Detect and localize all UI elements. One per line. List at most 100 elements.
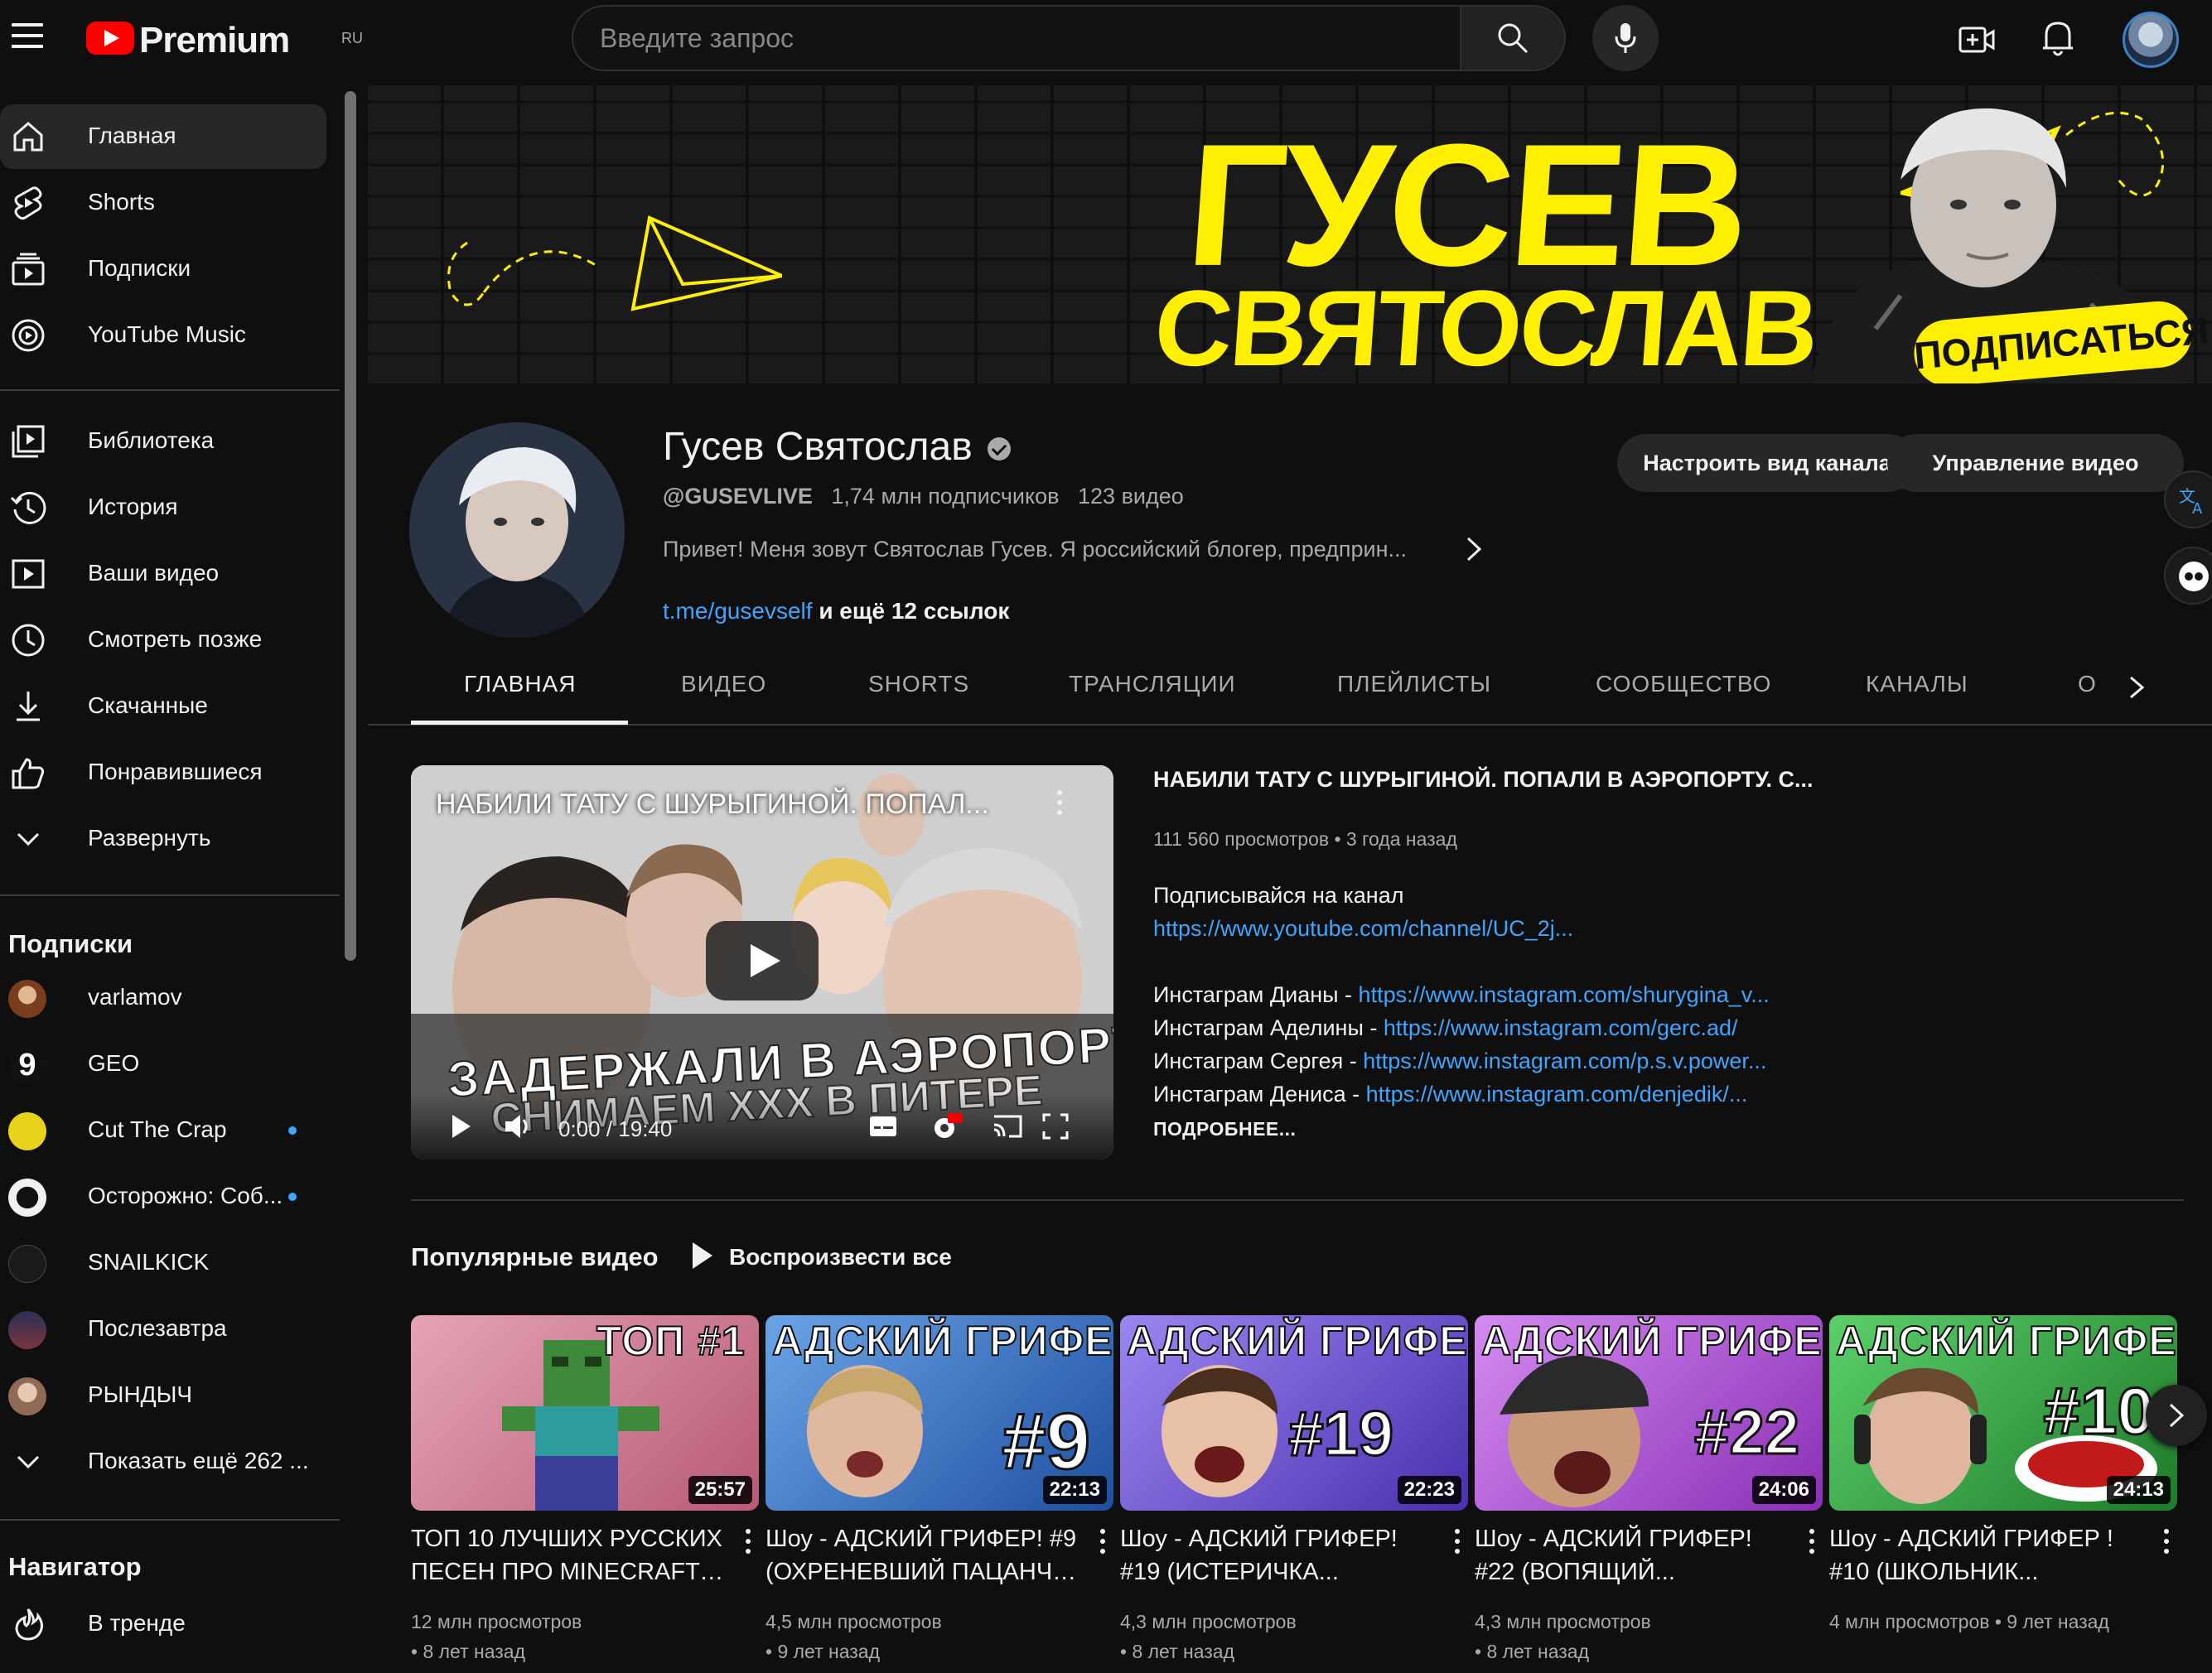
volume-icon[interactable] — [504, 1113, 532, 1140]
more-options-icon[interactable] — [1808, 1529, 1816, 1557]
search-button[interactable] — [1460, 7, 1564, 70]
tab-shorts[interactable]: SHORTS — [868, 671, 969, 697]
video-title[interactable]: Шоу - АДСКИЙ ГРИФЕР! #19 (ИСТЕРИЧКА... — [1120, 1522, 1435, 1589]
subscription-item[interactable]: SNAILKICK — [0, 1231, 326, 1295]
tab-playlists[interactable]: ПЛЕЙЛИСТЫ — [1337, 671, 1491, 697]
video-title-line: Шоу - АДСКИЙ ГРИФЕР! #9 — [766, 1526, 1077, 1552]
sidebar-item-youtube-music[interactable]: YouTube Music — [0, 303, 326, 368]
tab-channels[interactable]: КАНАЛЫ — [1866, 671, 1968, 697]
extension-button[interactable] — [2164, 547, 2212, 605]
play-button[interactable] — [706, 921, 819, 1000]
fullscreen-icon[interactable] — [1042, 1113, 1069, 1140]
video-card[interactable]: АДСКИЙ ГРИФЕР #9 22:13 Шоу - АДСКИЙ ГРИФ… — [766, 1315, 1113, 1673]
sidebar-item-shorts[interactable]: Shorts — [0, 171, 326, 235]
video-card[interactable]: АДСКИЙ ГРИФЕР #10 24:13 Шоу - АДСКИЙ ГРИ… — [1829, 1315, 2177, 1673]
sidebar-item-downloads[interactable]: Скачанные — [0, 674, 326, 739]
translate-extension-button[interactable]: 文A — [2164, 470, 2212, 528]
sidebar-item-trending[interactable]: В тренде — [0, 1592, 326, 1656]
bell-icon — [2043, 22, 2073, 56]
more-options-icon[interactable] — [2162, 1529, 2171, 1557]
sidebar-item-library[interactable]: Библиотека — [0, 409, 326, 474]
read-more-button[interactable]: ПОДРОБНЕЕ... — [1153, 1118, 1296, 1140]
video-title[interactable]: Шоу - АДСКИЙ ГРИФЕР! #22 (ВОПЯЩИЙ... — [1475, 1522, 1789, 1589]
subscription-label: varlamov — [88, 984, 182, 1010]
sidebar-scrollbar[interactable] — [345, 91, 356, 961]
menu-icon[interactable] — [12, 23, 45, 56]
video-card[interactable]: АДСКИЙ ГРИФЕР #22 24:06 Шоу - АДСКИЙ ГРИ… — [1475, 1315, 1823, 1673]
show-more-subscriptions[interactable]: Показать ещё 262 ... — [0, 1430, 326, 1494]
video-card[interactable]: ТОП #1 25:57 ТОП 10 ЛУЧШИХ РУССКИХ ПЕСЕН … — [411, 1315, 759, 1673]
video-thumbnail[interactable]: АДСКИЙ ГРИФЕР #9 22:13 — [766, 1315, 1113, 1511]
manage-videos-button[interactable]: Управление видео — [1887, 434, 2184, 492]
featured-video-player[interactable]: НАБИЛИ ТАТУ С ШУРЫГИНОЙ. ПОПАЛ... ЗАДЕРЖ… — [411, 765, 1113, 1160]
subscription-item[interactable]: Cut The Crap — [0, 1098, 326, 1163]
more-options-icon[interactable] — [1099, 1529, 1107, 1557]
like-icon — [12, 758, 45, 789]
video-title[interactable]: Шоу - АДСКИЙ ГРИФЕР! #9 (ОХРЕНЕВШИЙ ПАЦАН… — [766, 1522, 1080, 1589]
tab-streams[interactable]: ТРАНСЛЯЦИИ — [1069, 671, 1236, 697]
channel-url-link[interactable]: https://www.youtube.com/channel/UC_2j... — [1153, 916, 1573, 941]
account-avatar[interactable] — [2123, 12, 2179, 68]
video-thumbnail[interactable]: АДСКИЙ ГРИФЕР #10 24:13 — [1829, 1315, 2177, 1511]
more-links[interactable]: и ещё 12 ссылок — [819, 598, 1009, 624]
ig-link[interactable]: https://www.instagram.com/gerc.ad/ — [1384, 1015, 1738, 1040]
shelf-next-button[interactable] — [2146, 1385, 2207, 1446]
ig-link[interactable]: https://www.instagram.com/denjedik/... — [1366, 1082, 1748, 1106]
more-options-icon[interactable] — [1055, 790, 1064, 820]
more-options-icon[interactable] — [744, 1529, 752, 1557]
video-card[interactable]: АДСКИЙ ГРИФЕР #19 22:23 Шоу - АДСКИЙ ГРИ… — [1120, 1315, 1468, 1673]
featured-thumb-title: НАБИЛИ ТАТУ С ШУРЫГИНОЙ. ПОПАЛ... — [436, 788, 989, 820]
tab-home[interactable]: ГЛАВНАЯ — [464, 671, 576, 697]
channel-avatar[interactable] — [409, 422, 625, 638]
settings-gear-icon[interactable] — [930, 1111, 963, 1141]
ig-link[interactable]: https://www.instagram.com/p.s.v.power... — [1363, 1049, 1766, 1073]
video-title[interactable]: ТОП 10 ЛУЧШИХ РУССКИХ ПЕСЕН ПРО MINECRAFT… — [411, 1522, 726, 1589]
chevron-down-icon — [17, 1455, 40, 1469]
video-thumbnail[interactable]: АДСКИЙ ГРИФЕР #22 24:06 — [1475, 1315, 1823, 1511]
video-meta: 4,3 млн просмотров • 8 лет назад — [1120, 1607, 1297, 1666]
sidebar-item-subscriptions[interactable]: Подписки — [0, 237, 326, 301]
customize-channel-button[interactable]: Настроить вид канала — [1617, 434, 1917, 492]
video-title[interactable]: Шоу - АДСКИЙ ГРИФЕР ! #10 (ШКОЛЬНИК... — [1829, 1522, 2144, 1589]
voice-search-button[interactable] — [1592, 5, 1659, 71]
subscription-item[interactable]: 9 GEO — [0, 1032, 326, 1097]
tabs-scroll-right-icon[interactable] — [2124, 673, 2149, 702]
notifications-button[interactable] — [2038, 17, 2078, 60]
sidebar-item-your-videos[interactable]: Ваши видео — [0, 542, 326, 606]
video-thumbnail[interactable]: ТОП #1 25:57 — [411, 1315, 759, 1511]
tab-about[interactable]: О — [2078, 671, 2097, 697]
subtitles-icon[interactable] — [868, 1115, 898, 1138]
banner-title-line2: СВЯТОСЛАВ — [1150, 268, 1820, 383]
play-icon[interactable] — [451, 1113, 472, 1140]
video-thumbnail[interactable]: АДСКИЙ ГРИФЕР #19 22:23 — [1120, 1315, 1468, 1511]
thumbnail-text: ТОП #1 — [596, 1317, 746, 1365]
ig-link[interactable]: https://www.instagram.com/shurygina_v... — [1359, 982, 1770, 1007]
video-age: • 8 лет назад — [1475, 1641, 1589, 1662]
channel-link[interactable]: t.me/gusevself — [663, 598, 813, 624]
thumbnail-episode-number: #22 — [1693, 1396, 1801, 1469]
channel-description[interactable]: Привет! Меня зовут Святослав Гусев. Я ро… — [663, 537, 1407, 562]
ig-label: Инстаграм Дианы - — [1153, 982, 1359, 1007]
subscription-item[interactable]: Осторожно: Соб... — [0, 1164, 326, 1229]
create-video-button[interactable] — [1957, 20, 1997, 60]
chevron-right-icon[interactable] — [1461, 535, 1486, 563]
sidebar-item-label: Понравившиеся — [88, 759, 263, 784]
tab-videos[interactable]: ВИДЕО — [681, 671, 766, 697]
search-input[interactable] — [573, 7, 1461, 70]
sidebar-item-liked[interactable]: Понравившиеся — [0, 740, 326, 805]
subscription-item[interactable]: РЫНДЫЧ — [0, 1363, 326, 1428]
sidebar-item-watch-later[interactable]: Смотреть позже — [0, 608, 326, 673]
tab-community[interactable]: СООБЩЕСТВО — [1596, 671, 1771, 697]
sidebar-item-expand[interactable]: Развернуть — [0, 807, 326, 871]
subscription-label: Осторожно: Соб... — [88, 1183, 283, 1208]
subscription-item[interactable]: Послезавтра — [0, 1297, 326, 1362]
sidebar-item-label: Библиотека — [88, 427, 215, 453]
cast-icon[interactable] — [993, 1113, 1022, 1138]
logo-text: Premium — [139, 20, 290, 60]
more-options-icon[interactable] — [1453, 1529, 1461, 1557]
sidebar-item-history[interactable]: История — [0, 475, 326, 540]
boy-portrait-image — [1854, 1367, 1987, 1504]
sidebar-item-home[interactable]: Главная — [0, 104, 326, 169]
featured-video-title[interactable]: НАБИЛИ ТАТУ С ШУРЫГИНОЙ. ПОПАЛИ В АЭРОПО… — [1153, 767, 1814, 793]
subscription-item[interactable]: varlamov — [0, 966, 326, 1030]
